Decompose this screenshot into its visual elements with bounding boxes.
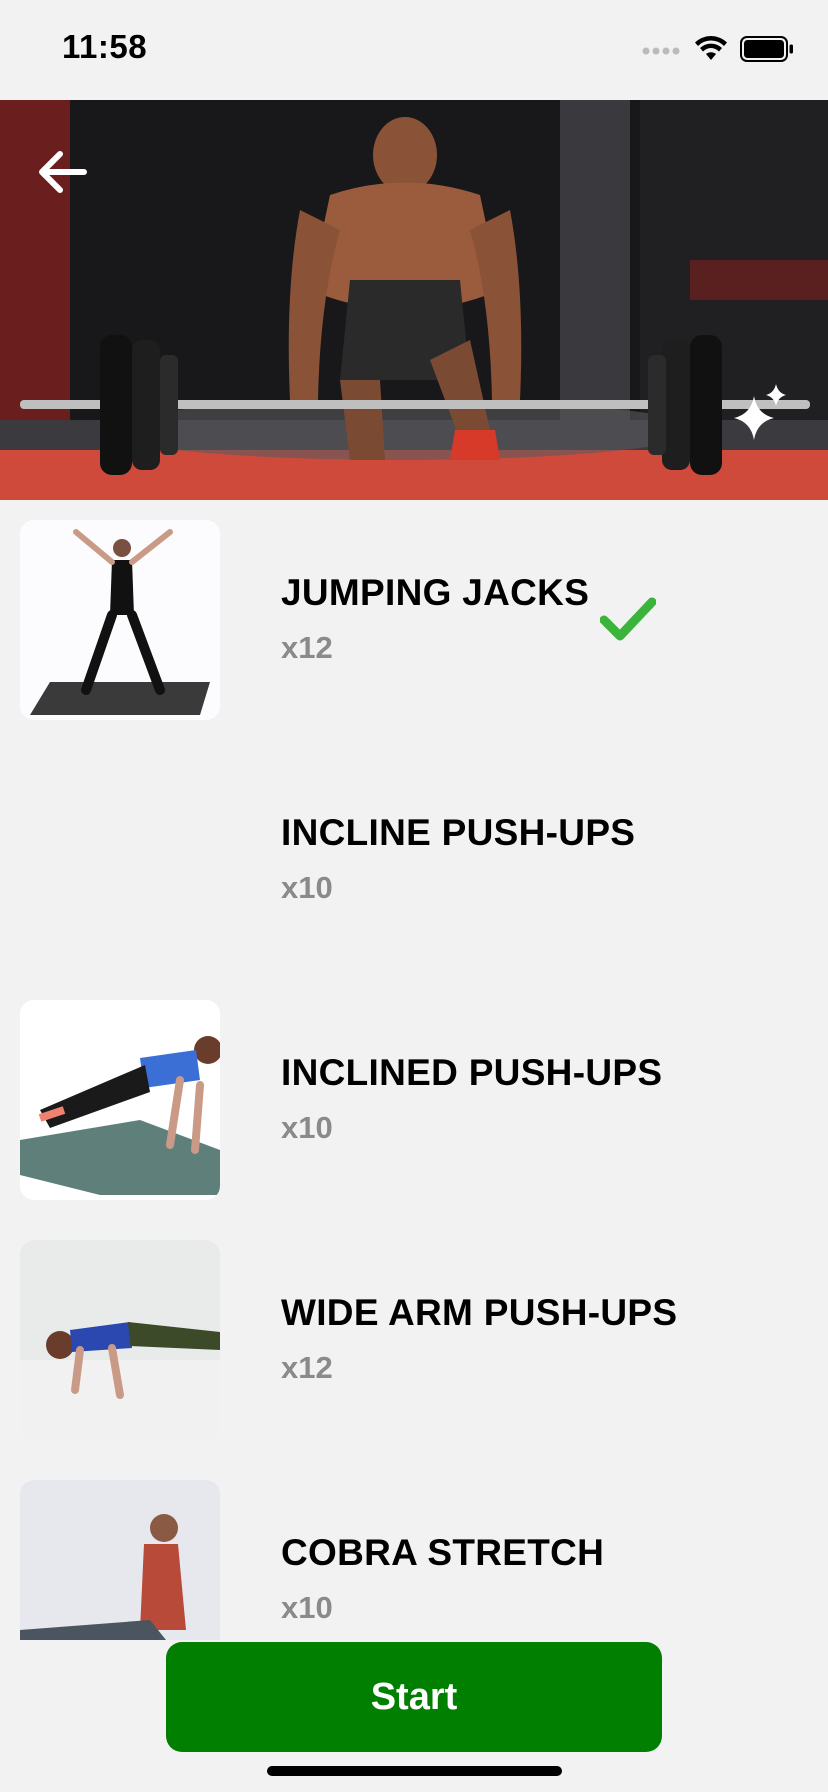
exercise-thumbnail — [20, 1240, 220, 1440]
status-time: 11:58 — [62, 28, 148, 65]
exercise-count: x10 — [281, 1110, 333, 1145]
exercise-thumbnail — [20, 520, 220, 720]
exercise-name: INCLINED PUSH-UPS — [281, 1052, 663, 1093]
list-item[interactable]: WIDE ARM PUSH-UPS x12 — [0, 1220, 828, 1460]
hero-banner — [0, 100, 828, 500]
exercise-count: x10 — [281, 1590, 333, 1625]
checkmark-icon — [600, 597, 656, 641]
exercise-name: WIDE ARM PUSH-UPS — [281, 1292, 678, 1333]
list-item[interactable]: JUMPING JACKS x12 — [0, 500, 828, 740]
exercise-count: x12 — [281, 1350, 333, 1385]
exercise-name: COBRA STRETCH — [281, 1532, 605, 1573]
sparkle-icon[interactable] — [730, 382, 790, 442]
exercise-thumbnail — [20, 760, 220, 960]
exercise-count: x10 — [281, 870, 333, 905]
status-bar: 11:58 — [0, 0, 828, 100]
exercise-name: JUMPING JACKS — [281, 572, 590, 613]
back-button[interactable] — [36, 150, 92, 206]
list-item[interactable]: INCLINED PUSH-UPS x10 — [0, 980, 828, 1220]
cellular-signal-icon — [642, 42, 682, 61]
status-icons — [642, 36, 794, 67]
battery-icon — [740, 36, 794, 67]
exercise-count: x12 — [281, 630, 333, 665]
exercise-list: JUMPING JACKS x12 INCLINE PUSH-UPS x10 I… — [0, 500, 828, 1700]
wifi-icon — [694, 36, 728, 67]
exercise-thumbnail — [20, 1000, 220, 1200]
start-button[interactable]: Start — [166, 1642, 662, 1752]
exercise-name: INCLINE PUSH-UPS — [281, 812, 636, 853]
arrow-left-icon — [39, 151, 87, 193]
list-item[interactable]: INCLINE PUSH-UPS x10 — [0, 740, 828, 980]
hero-illustration — [0, 100, 828, 500]
home-indicator — [267, 1766, 562, 1776]
